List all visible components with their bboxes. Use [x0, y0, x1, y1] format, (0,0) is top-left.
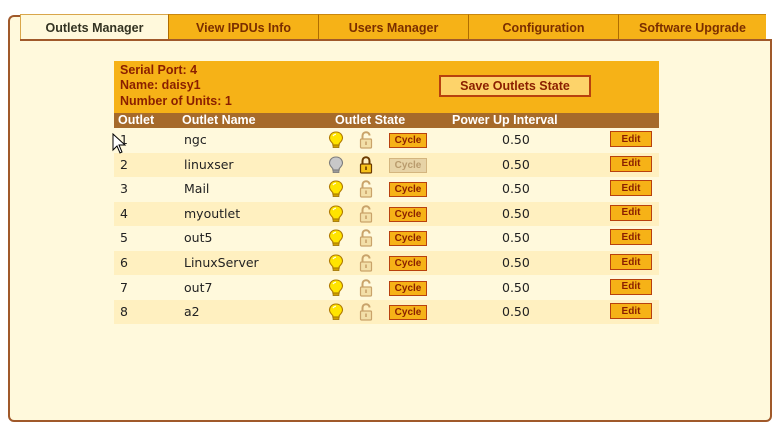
column-header-outlet: Outlet [118, 113, 155, 127]
outlet-name: out7 [184, 279, 213, 295]
column-header-outlet-state: Outlet State [335, 113, 406, 127]
edit-button[interactable]: Edit [610, 278, 652, 295]
outlet-name: out5 [184, 230, 213, 246]
units-count-label: Number of Units: 1 [120, 94, 232, 108]
outlet-name: LinuxServer [184, 255, 259, 270]
power-up-interval: 0.50 [502, 255, 530, 270]
serial-port-label: Serial Port: 4 [120, 63, 198, 77]
table-header: Outlet Outlet Name Outlet State Power Up… [114, 113, 659, 128]
outlet-number: 3 [120, 181, 128, 197]
column-header-power-up-interval: Power Up Interval [452, 113, 558, 127]
cycle-button[interactable]: Cycle [389, 157, 427, 173]
outlet-name: Mail [184, 181, 210, 197]
tab-users-manager[interactable]: Users Manager [318, 14, 468, 40]
power-up-interval: 0.50 [502, 156, 530, 172]
outlet-number: 4 [120, 205, 128, 221]
light-bulb-on-icon[interactable] [328, 254, 344, 272]
tab-outlets-manager[interactable]: Outlets Manager [20, 14, 168, 40]
cycle-button[interactable]: Cycle [389, 182, 427, 198]
outlet-number: 7 [120, 279, 128, 295]
outlet-number: 2 [120, 156, 128, 172]
save-outlets-state-button[interactable]: Save Outlets State [439, 75, 591, 97]
power-up-interval: 0.50 [502, 230, 530, 246]
light-bulb-on-icon[interactable] [328, 205, 344, 223]
table-row: 2 linuxser Cycle 0.50 Edit [114, 152, 659, 177]
edit-button[interactable]: Edit [610, 254, 652, 270]
outlet-name: myoutlet [184, 205, 241, 221]
cycle-button[interactable]: Cycle [389, 256, 427, 271]
tab-view-ipdus-info[interactable]: View IPDUs Info [168, 14, 318, 40]
cycle-button[interactable]: Cycle [389, 305, 427, 321]
cycle-button[interactable]: Cycle [389, 133, 427, 148]
light-bulb-on-icon[interactable] [328, 131, 344, 149]
unlocked-padlock-icon[interactable] [359, 254, 373, 272]
outlet-number: 5 [120, 230, 128, 246]
outlet-number: 8 [120, 304, 128, 320]
unlocked-padlock-icon[interactable] [359, 204, 373, 223]
outlet-number: 6 [120, 255, 128, 270]
table-row: 1 ngc Cycle 0.50 Edit [114, 128, 659, 152]
pdu-name-label: Name: daisy1 [120, 78, 201, 92]
power-up-interval: 0.50 [502, 205, 530, 221]
table-row: 3 Mail Cycle 0.50 Edit [114, 177, 659, 201]
table-row: 5 out5 Cycle 0.50 Edit [114, 226, 659, 250]
edit-button[interactable]: Edit [610, 229, 652, 246]
outlet-name: ngc [184, 132, 207, 147]
table-row: 8 a2 Cycle 0.50 Edit [114, 300, 659, 325]
outlet-name: linuxser [184, 156, 234, 172]
unlocked-padlock-icon[interactable] [359, 303, 373, 321]
locked-padlock-icon[interactable] [359, 155, 373, 174]
outlet-number: 1 [120, 132, 128, 147]
tab-configuration[interactable]: Configuration [468, 14, 618, 40]
edit-button[interactable]: Edit [610, 303, 652, 320]
tab-software-upgrade[interactable]: Software Upgrade [618, 14, 766, 40]
column-header-outlet-name: Outlet Name [182, 113, 256, 127]
unlocked-padlock-icon[interactable] [359, 180, 373, 198]
edit-button[interactable]: Edit [610, 204, 652, 221]
light-bulb-off-icon[interactable] [328, 156, 344, 174]
unlocked-padlock-icon[interactable] [359, 131, 373, 149]
table-row: 7 out7 Cycle 0.50 Edit [114, 276, 659, 300]
cycle-button[interactable]: Cycle [389, 280, 427, 296]
unlocked-padlock-icon[interactable] [359, 278, 373, 297]
table-row: 4 myoutlet Cycle 0.50 Edit [114, 201, 659, 226]
edit-button[interactable]: Edit [610, 180, 652, 197]
light-bulb-on-icon[interactable] [328, 303, 344, 321]
power-up-interval: 0.50 [502, 132, 530, 147]
power-up-interval: 0.50 [502, 279, 530, 295]
edit-button[interactable]: Edit [610, 131, 652, 147]
power-up-interval: 0.50 [502, 304, 530, 320]
table-row: 6 LinuxServer Cycle 0.50 Edit [114, 251, 659, 275]
light-bulb-on-icon[interactable] [328, 279, 344, 297]
outlet-name: a2 [184, 304, 200, 320]
unlocked-padlock-icon[interactable] [359, 229, 373, 247]
edit-button[interactable]: Edit [610, 155, 652, 172]
cycle-button[interactable]: Cycle [389, 206, 427, 222]
tab-bar: Outlets Manager View IPDUs Info Users Ma… [20, 14, 766, 40]
light-bulb-on-icon[interactable] [328, 180, 344, 198]
power-up-interval: 0.50 [502, 181, 530, 197]
cycle-button[interactable]: Cycle [389, 231, 427, 247]
light-bulb-on-icon[interactable] [328, 229, 344, 247]
pdu-info-header: Serial Port: 4 Name: daisy1 Number of Un… [114, 61, 659, 113]
